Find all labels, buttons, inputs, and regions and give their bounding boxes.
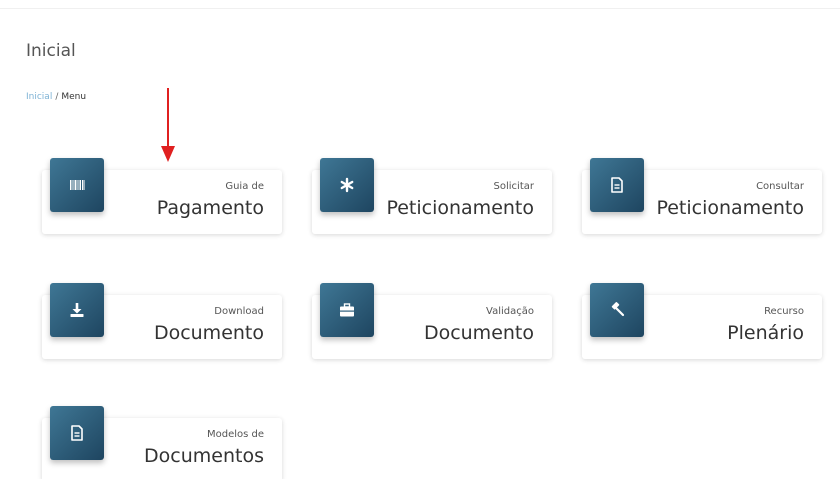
download-icon bbox=[70, 303, 84, 317]
card-title: Plenário bbox=[727, 322, 804, 344]
card-icon-box bbox=[590, 283, 644, 337]
card-subtitle: Consultar bbox=[756, 181, 804, 192]
card-icon-box bbox=[320, 283, 374, 337]
card-recurso-plenario[interactable]: Recurso Plenário bbox=[582, 283, 822, 359]
card-icon-box bbox=[50, 158, 104, 212]
barcode-icon bbox=[70, 180, 85, 190]
card-icon-box bbox=[50, 283, 104, 337]
card-subtitle: Guia de bbox=[225, 181, 264, 192]
card-validacao-documento[interactable]: Validação Documento bbox=[312, 283, 552, 359]
card-icon-box bbox=[320, 158, 374, 212]
card-title: Documentos bbox=[144, 445, 264, 467]
card-title: Pagamento bbox=[156, 197, 264, 219]
card-title: Documento bbox=[153, 322, 264, 344]
card-solicitar-peticionamento[interactable]: Solicitar Peticionamento bbox=[312, 158, 552, 234]
gavel-icon bbox=[611, 302, 625, 317]
breadcrumb-home-link[interactable]: Inicial bbox=[26, 92, 52, 102]
card-subtitle: Modelos de bbox=[206, 429, 264, 440]
card-consultar-peticionamento[interactable]: Consultar Peticionamento bbox=[582, 158, 822, 234]
card-download-documento[interactable]: Download Documento bbox=[42, 283, 282, 359]
document-icon bbox=[611, 177, 623, 193]
card-title: Peticionamento bbox=[386, 197, 534, 219]
top-divider bbox=[0, 8, 840, 9]
briefcase-icon bbox=[340, 303, 354, 317]
breadcrumb-current: Menu bbox=[61, 92, 87, 102]
card-subtitle: Recurso bbox=[764, 306, 804, 317]
card-title: Documento bbox=[423, 322, 534, 344]
page: Inicial Inicial/Menu Guia de Pagamento bbox=[0, 0, 840, 479]
card-icon-box bbox=[590, 158, 644, 212]
card-modelos-de-documentos[interactable]: Modelos de Documentos bbox=[42, 406, 282, 479]
card-guia-de-pagamento[interactable]: Guia de Pagamento bbox=[42, 158, 282, 234]
card-subtitle: Solicitar bbox=[493, 181, 534, 192]
card-icon-box bbox=[50, 406, 104, 460]
document-icon bbox=[71, 425, 83, 441]
breadcrumb-separator: / bbox=[55, 92, 59, 102]
asterisk-icon bbox=[340, 177, 354, 193]
card-subtitle: Download bbox=[214, 306, 264, 317]
card-subtitle: Validação bbox=[486, 306, 534, 317]
page-title: Inicial bbox=[26, 41, 76, 62]
red-arrow-annotation bbox=[161, 88, 175, 162]
breadcrumb: Inicial / Menu bbox=[26, 92, 86, 102]
card-title: Peticionamento bbox=[656, 197, 804, 219]
